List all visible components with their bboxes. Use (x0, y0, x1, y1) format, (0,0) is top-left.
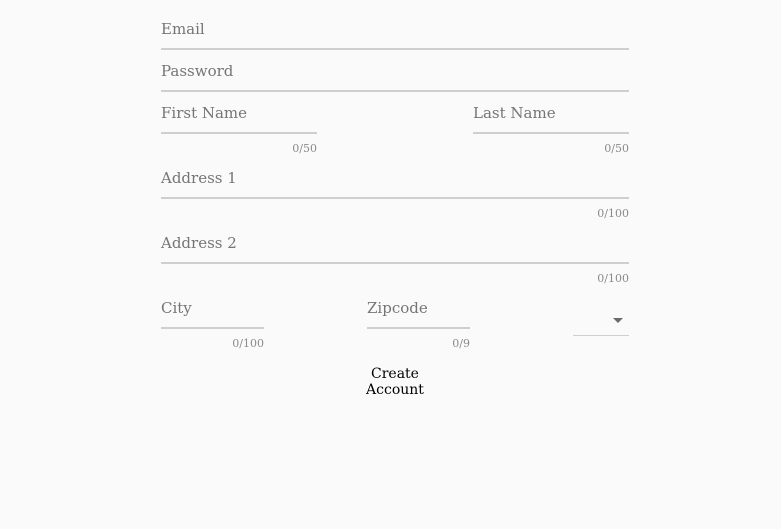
last-name-underline (473, 132, 629, 134)
state-select[interactable] (573, 310, 629, 336)
address2-input[interactable] (161, 233, 629, 255)
password-input[interactable] (161, 61, 629, 83)
address1-underline (161, 197, 629, 199)
signup-form: Email Password First Name 0/50 Last Name… (0, 0, 781, 529)
city-input[interactable] (161, 298, 264, 320)
email-input[interactable] (161, 19, 629, 41)
zipcode-field-group: Zipcode 0/9 (367, 298, 470, 350)
first-name-field-group: First Name 0/50 (161, 103, 317, 155)
last-name-field-group: Last Name 0/50 (473, 103, 629, 155)
address1-char-counter: 0/100 (597, 207, 629, 220)
city-char-counter: 0/100 (232, 337, 264, 350)
first-name-underline (161, 132, 317, 134)
email-underline (161, 48, 629, 50)
address1-field-group: Address 1 0/100 (161, 168, 629, 220)
email-field-group: Email (161, 19, 629, 51)
first-name-char-counter: 0/50 (292, 142, 317, 155)
password-underline (161, 90, 629, 92)
zipcode-underline (367, 327, 470, 329)
zipcode-char-counter: 0/9 (452, 337, 470, 350)
address2-field-group: Address 2 0/100 (161, 233, 629, 285)
password-field-group: Password (161, 61, 629, 93)
last-name-char-counter: 0/50 (604, 142, 629, 155)
address2-underline (161, 262, 629, 264)
city-underline (161, 327, 264, 329)
address2-char-counter: 0/100 (597, 272, 629, 285)
city-field-group: City 0/100 (161, 298, 264, 350)
state-underline (573, 335, 629, 336)
create-account-button[interactable]: Create Account (340, 366, 450, 398)
address1-input[interactable] (161, 168, 629, 190)
last-name-input[interactable] (473, 103, 629, 125)
first-name-input[interactable] (161, 103, 317, 125)
chevron-down-icon (613, 318, 623, 323)
zipcode-input[interactable] (367, 298, 470, 320)
